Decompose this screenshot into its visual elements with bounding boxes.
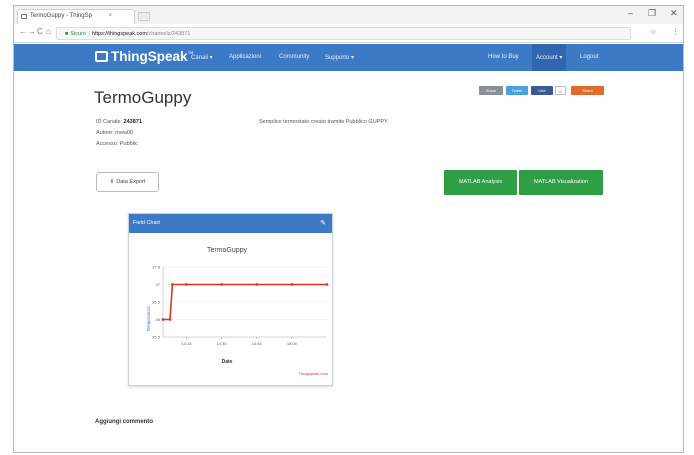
author-value: mwa00	[115, 130, 133, 136]
data-point	[290, 283, 294, 286]
author-label: Autore:	[96, 130, 114, 136]
x-tick-label: 15:00	[287, 341, 298, 346]
chart-title: TermoGuppy	[207, 247, 248, 254]
data-point	[185, 283, 188, 286]
x-tick-label: 14:30	[217, 341, 228, 346]
browser-titlebar: TermoGuppy - ThingSp × – ❐ ✕	[14, 6, 683, 24]
nav-applicazioni[interactable]: Applicazioni	[229, 54, 261, 60]
add-comment-heading: Aggiungi commento	[95, 419, 153, 425]
address-bar-row: ← → C ⌂ ■ Sicuro | https://thingspeak.com/…	[14, 24, 683, 43]
home-icon[interactable]: ⌂	[46, 27, 51, 36]
page-title: TermoGuppy	[94, 88, 192, 107]
nav-logout[interactable]: Logout	[580, 54, 598, 60]
data-point	[255, 283, 259, 286]
matlab-visualization-button[interactable]: MATLAB Visualization	[519, 170, 603, 195]
x-tick-label: 14:15	[181, 341, 192, 346]
bookmark-star-icon[interactable]: ☆	[650, 28, 656, 36]
nav-canali[interactable]: Canali ▾	[191, 54, 213, 61]
chart-x-ticks: 14:15 14:30 14:45 15:00	[181, 337, 298, 346]
field-chart-widget: Field Chart ✎ TermoGuppy 27.5 27 26.5 26 25.…	[128, 213, 333, 386]
back-icon[interactable]: ←	[19, 27, 27, 36]
lock-icon: ■	[65, 31, 69, 37]
access-text: Accesso: Pubblic	[96, 141, 138, 147]
share-button[interactable]: Share	[479, 86, 503, 95]
channel-description: Semplice termostato creato tramite Pubbl…	[259, 119, 389, 125]
chart-svg: TermoGuppy 27.52726.52625.5 14:15 14:30 14…	[146, 247, 329, 376]
chart-ylabel: Temperatura	[146, 306, 151, 332]
y-tick-label: 27.5	[152, 265, 161, 270]
chart-credit[interactable]: Thingspeak.com	[299, 371, 329, 376]
chart-y-ticks: 27.5 27 26.5 26 25.5	[152, 265, 161, 340]
channel-id-label: ID Canale:	[96, 119, 122, 125]
data-point	[325, 283, 329, 286]
like-count: 0	[555, 86, 566, 95]
brand-name: ThingSpeak	[111, 49, 188, 64]
chart-grid	[162, 266, 327, 338]
y-tick-label: 27	[156, 282, 161, 287]
share-orange-button[interactable]: Share	[571, 86, 604, 95]
chat-box-icon	[95, 51, 108, 62]
nav-community[interactable]: Community	[279, 54, 309, 60]
author-row: Autore: mwa00	[96, 130, 133, 136]
nav-account[interactable]: Account ▾	[532, 44, 567, 71]
browser-window: TermoGuppy - ThingSp × – ❐ ✕ ← → C ⌂ ■ Si…	[13, 5, 684, 453]
browser-tab[interactable]: TermoGuppy - ThingSp ×	[17, 9, 135, 24]
site-navbar: ThingSpeak™ Canali ▾ Applicazioni Commun…	[14, 44, 683, 71]
widget-title: Field Chart	[133, 220, 160, 226]
channel-id-value: 243871	[123, 119, 142, 125]
nav-supporto[interactable]: Supporto ▾	[325, 54, 354, 61]
data-point	[220, 283, 223, 286]
data-point	[170, 283, 174, 286]
channel-id-row: ID Canale: 243871	[96, 119, 142, 125]
x-tick-label: 14:45	[252, 341, 263, 346]
url-path: /channels/243871	[146, 31, 191, 37]
close-window-icon[interactable]: ✕	[670, 8, 678, 19]
tab-title: TermoGuppy - ThingSp	[30, 13, 92, 19]
thingspeak-logo[interactable]: ThingSpeak™	[95, 49, 194, 64]
security-label: Sicuro	[70, 31, 86, 37]
data-point	[168, 318, 172, 321]
tweet-button[interactable]: Tweet	[506, 86, 528, 95]
reload-icon[interactable]: C	[37, 27, 43, 36]
data-export-button[interactable]: ⬇ Data Export	[96, 172, 159, 192]
edit-icon[interactable]: ✎	[320, 214, 326, 233]
widget-header: Field Chart ✎	[129, 214, 332, 233]
minimize-icon[interactable]: –	[628, 8, 633, 18]
data-point	[161, 318, 165, 321]
matlab-analysis-button[interactable]: MATLAB Analysis	[444, 170, 517, 195]
new-tab-button[interactable]	[138, 12, 150, 21]
chart-xlabel: Date	[222, 359, 233, 365]
page-icon	[21, 14, 27, 19]
nav-how-to-buy[interactable]: How to Buy	[488, 54, 519, 60]
download-icon: ⬇	[109, 179, 115, 185]
y-tick-label: 26	[156, 317, 161, 322]
tab-close-icon[interactable]: ×	[108, 10, 112, 23]
forward-icon[interactable]: →	[28, 27, 36, 36]
y-tick-label: 26.5	[152, 300, 161, 305]
data-export-label: Data Export	[116, 179, 146, 185]
like-button[interactable]: Like	[531, 86, 553, 95]
maximize-icon[interactable]: ❐	[648, 8, 656, 19]
y-tick-label: 25.5	[152, 335, 161, 340]
menu-icon[interactable]: ⋮	[672, 28, 679, 36]
url-field[interactable]: ■ Sicuro | https://thingspeak.com/channels…	[56, 27, 631, 40]
url-host: https://thingspeak.com	[91, 31, 147, 37]
